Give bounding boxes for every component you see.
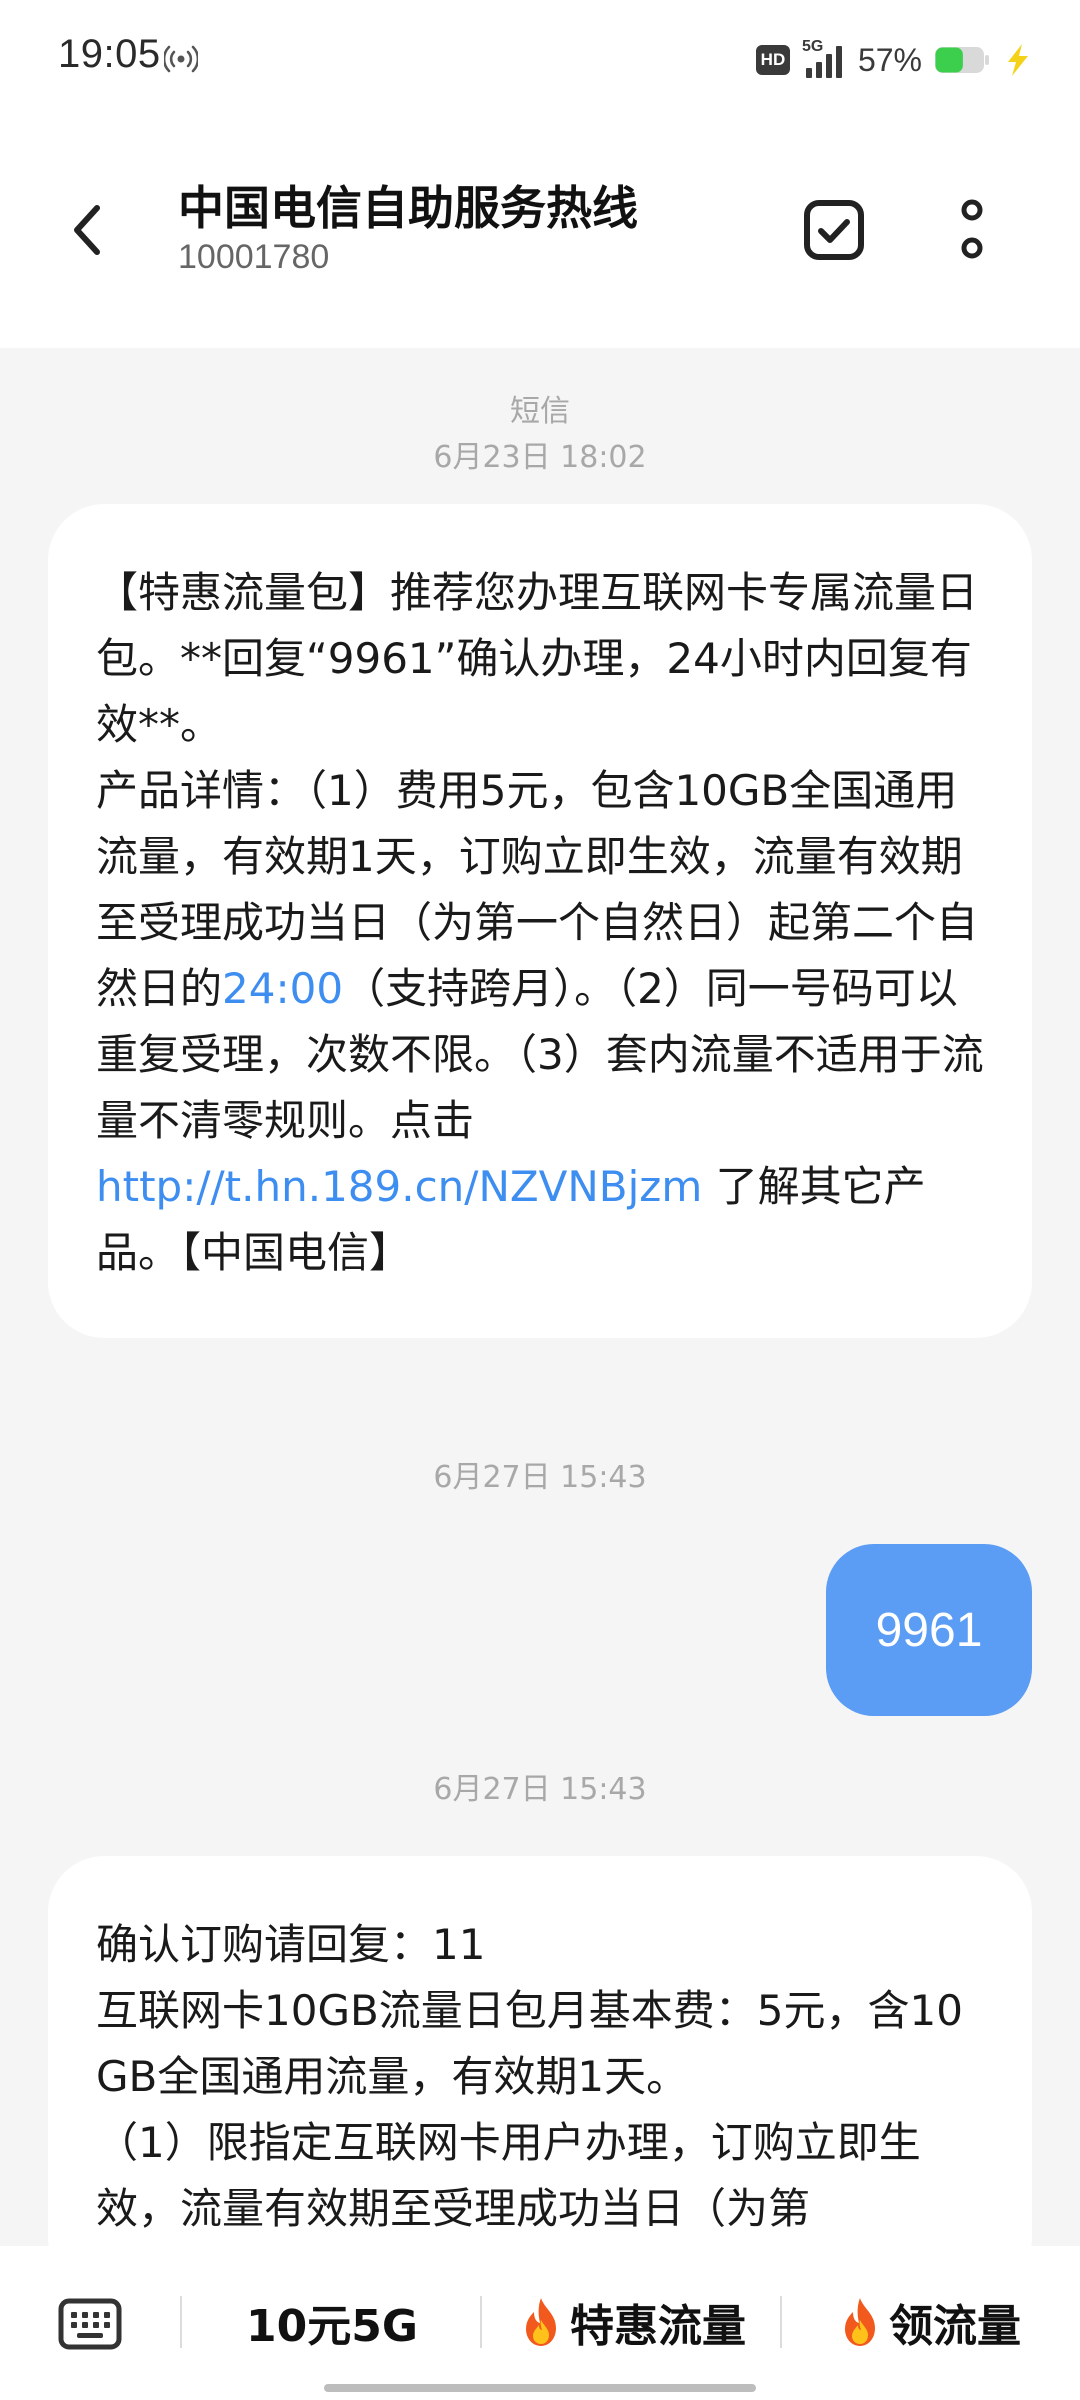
- chevron-left-icon: [74, 205, 100, 255]
- menu-item-10yuan-5g[interactable]: 10元5G: [184, 2282, 480, 2362]
- back-button[interactable]: [52, 182, 122, 278]
- channel-label: 短信: [510, 394, 570, 429]
- message-timestamp: 6月23日 18:02: [433, 440, 647, 475]
- fire-icon: [526, 2298, 556, 2346]
- battery-icon: [935, 47, 989, 73]
- select-messages-button[interactable]: [794, 188, 874, 272]
- message-text: 【特惠流量包】推荐您办理互联网卡专属流量日包。**回复“9961”确认办理，24…: [96, 560, 984, 1286]
- contact-number: 10001780: [178, 238, 330, 276]
- signal-icon: 5G: [802, 38, 846, 78]
- fire-icon: [845, 2298, 875, 2346]
- menu-divider: [180, 2296, 182, 2348]
- url-link[interactable]: http://t.hn.189.cn/NZVNBjzm: [96, 1162, 702, 1211]
- hotspot-icon: [164, 45, 198, 73]
- battery-percent: 57%: [857, 41, 922, 78]
- more-vertical-icon: [961, 199, 983, 259]
- message-list[interactable]: 短信 6月23日 18:02 【特惠流量包】推荐您办理互联网卡专属流量日包。**…: [0, 348, 1080, 2248]
- keyboard-toggle-button[interactable]: [48, 2292, 132, 2356]
- menu-item-label: 领流量: [889, 2301, 1021, 2352]
- charging-bolt-icon: [1008, 44, 1028, 76]
- status-bar: 19:05 HD 5G 57%: [0, 0, 1080, 120]
- conversation-header: 中国电信自助服务热线 10001780: [0, 120, 1080, 348]
- keyboard-icon: [58, 2298, 122, 2350]
- contact-name: 中国电信自助服务热线: [178, 181, 638, 235]
- message-text: 确认订购请回复：11 互联网卡10GB流量日包月基本费：5元，含10GB全国通用…: [96, 1920, 963, 2233]
- menu-item-claim-data[interactable]: 领流量: [784, 2282, 1074, 2362]
- message-timestamp: 6月27日 15:43: [433, 1460, 647, 1495]
- more-options-button[interactable]: [940, 188, 1004, 272]
- outgoing-message-bubble[interactable]: 9961: [826, 1544, 1032, 1716]
- hd-badge: HD: [755, 45, 790, 75]
- menu-divider: [480, 2296, 482, 2348]
- menu-item-discount-data[interactable]: 特惠流量: [484, 2282, 780, 2362]
- checkbox-icon: [804, 200, 864, 260]
- incoming-message-bubble[interactable]: 【特惠流量包】推荐您办理互联网卡专属流量日包。**回复“9961”确认办理，24…: [48, 504, 1032, 1338]
- service-menu-bar: 10元5G 特惠流量 领流量: [0, 2246, 1080, 2400]
- home-indicator[interactable]: [324, 2384, 756, 2392]
- message-timestamp: 6月27日 15:43: [433, 1772, 647, 1807]
- time-link[interactable]: 24:00: [222, 964, 343, 1013]
- menu-item-label: 特惠流量: [570, 2301, 746, 2352]
- menu-item-label: 10元5G: [246, 2301, 418, 2352]
- menu-divider: [780, 2296, 782, 2348]
- status-time: 19:05: [58, 32, 161, 76]
- message-text-part: 【特惠流量包】推荐您办理互联网卡专属流量日包。**回复“9961”确认办理，24…: [96, 568, 979, 1013]
- incoming-message-bubble[interactable]: 确认订购请回复：11 互联网卡10GB流量日包月基本费：5元，含10GB全国通用…: [48, 1856, 1032, 2248]
- status-indicators: HD 5G 57%: [755, 38, 1032, 82]
